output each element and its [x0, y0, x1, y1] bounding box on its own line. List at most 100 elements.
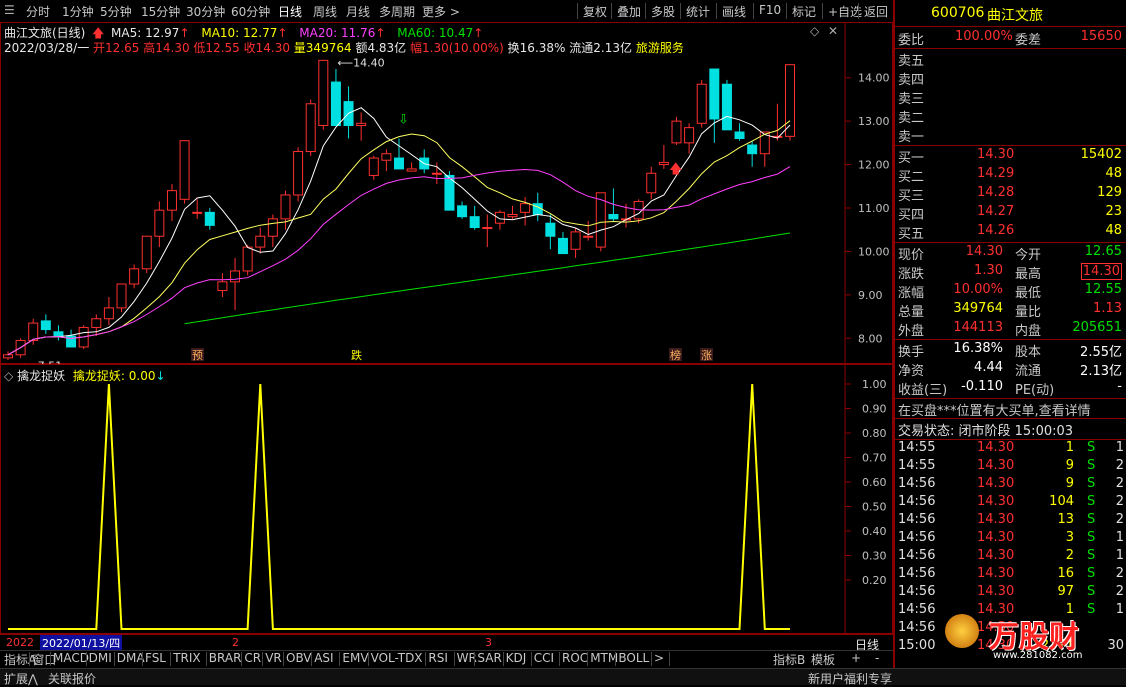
- event-marker[interactable]: 涨: [700, 348, 713, 362]
- candle: [217, 273, 228, 298]
- toolbar-button[interactable]: 多股: [651, 3, 675, 20]
- big-order-notice[interactable]: 在买盘***位置有大买单,查看详情: [898, 400, 1091, 419]
- sell-level-row[interactable]: 卖二: [895, 106, 1126, 126]
- candle: [192, 199, 203, 219]
- svg-text:榜: 榜: [670, 348, 681, 362]
- buy-level-row[interactable]: 买五 14.26 48: [895, 222, 1126, 242]
- period-tab[interactable]: 多周期: [379, 3, 415, 20]
- sell-level-row[interactable]: 卖五: [895, 49, 1126, 69]
- candle: [368, 155, 379, 180]
- period-tab[interactable]: 1分钟: [62, 3, 94, 20]
- indicator-tab[interactable]: OBV: [286, 651, 312, 667]
- indicator-tab[interactable]: RSI: [428, 651, 448, 667]
- candle: [583, 221, 594, 241]
- quote-stat-row: 涨跌 1.30 最高 14.30: [898, 263, 1122, 282]
- indicator-tab[interactable]: BOLL: [618, 651, 649, 667]
- indicator-line: [8, 383, 790, 630]
- toolbar-button[interactable]: 统计: [686, 3, 710, 20]
- indicator-tab[interactable]: TRIX: [173, 651, 200, 667]
- template-button[interactable]: +: [851, 651, 861, 667]
- fundamental-row: 收益(三) -0.110 PE(动) -: [898, 379, 1122, 398]
- event-marker[interactable]: 预: [191, 348, 204, 362]
- expand-button[interactable]: 扩展⋀: [4, 670, 38, 687]
- indicator-tab[interactable]: EMV: [342, 651, 368, 667]
- indicator-tab[interactable]: FSL: [145, 651, 166, 667]
- period-tab[interactable]: 5分钟: [100, 3, 132, 20]
- indicator-tab[interactable]: KDJ: [506, 651, 527, 667]
- candle: [91, 314, 102, 337]
- period-tab[interactable]: 30分钟: [186, 3, 225, 20]
- period-tab[interactable]: 日线: [278, 3, 302, 20]
- candle: [116, 283, 127, 313]
- indicator-tab[interactable]: CR: [244, 651, 261, 667]
- sell-level-row[interactable]: 卖三: [895, 87, 1126, 107]
- period-tab[interactable]: 周线: [313, 3, 337, 20]
- candle: [53, 325, 64, 341]
- buy-level-row[interactable]: 买一 14.30 15402: [895, 146, 1126, 166]
- indicator-tab[interactable]: DMA: [117, 651, 145, 667]
- sell-level-row[interactable]: 卖四: [895, 68, 1126, 88]
- indicator-tab[interactable]: >: [654, 651, 664, 667]
- indicator-tab[interactable]: VR: [265, 651, 282, 667]
- indicator-panel[interactable]: ◇ 擒龙捉妖 擒龙捉妖: 0.00↓ 1.00 0.90 0.80 0.70 0.60 0…: [0, 364, 893, 634]
- candle: [646, 166, 657, 200]
- new-user-benefit-link[interactable]: 新用户福利专享: [808, 670, 892, 687]
- indicator-tab[interactable]: CCI: [534, 651, 554, 667]
- sell-level-row[interactable]: 卖一: [895, 125, 1126, 145]
- period-tab[interactable]: 60分钟: [231, 3, 270, 20]
- candle: [444, 171, 455, 211]
- indicator-chart[interactable]: 1.00 0.90 0.80 0.70 0.60 0.50 0.40 0.30 0.20: [0, 364, 893, 634]
- event-marker[interactable]: 跌: [350, 348, 363, 362]
- indicator-tab[interactable]: DMI: [89, 651, 112, 667]
- menu-icon[interactable]: ☰: [4, 3, 15, 17]
- status-bar: 扩展⋀ 关联报价 新用户福利专享: [0, 668, 1126, 687]
- event-marker[interactable]: 榜: [669, 348, 682, 362]
- template-button[interactable]: 模板: [811, 651, 835, 667]
- indicator-tab[interactable]: MTM: [590, 651, 618, 667]
- indicator-tab[interactable]: BRAR: [209, 651, 242, 667]
- y-tick-label: 0.90: [862, 403, 887, 416]
- kline-panel[interactable]: 曲江文旅(日线) 🡅 MA5: 12.97↑ MA10: 12.77↑ MA20…: [0, 22, 893, 364]
- toolbar-button[interactable]: 返回: [864, 3, 888, 20]
- candle: [343, 86, 354, 139]
- y-tick-label: 0.60: [862, 476, 887, 489]
- period-tab[interactable]: 月线: [346, 3, 370, 20]
- y-tick-label: 8.00: [858, 332, 883, 345]
- candle: [356, 112, 367, 141]
- template-button[interactable]: -: [875, 651, 879, 667]
- toolbar-button[interactable]: 标记: [792, 3, 816, 20]
- x-axis-month-2: 2: [232, 636, 239, 649]
- trade-status: 交易状态: 闭市阶段 15:00:03: [898, 424, 1074, 439]
- x-axis-year: 2022: [6, 636, 34, 649]
- y-tick-label: 13.00: [858, 115, 890, 128]
- tick-row: 14:55 14.30 1 S 1: [898, 440, 1124, 455]
- toolbar-button[interactable]: 叠加: [617, 3, 641, 20]
- candle: [129, 264, 140, 289]
- indicator-tab[interactable]: SAR: [477, 651, 501, 667]
- divider: [611, 3, 612, 19]
- period-tab[interactable]: 分时: [26, 3, 50, 20]
- template-button[interactable]: 指标B: [773, 651, 805, 667]
- period-tab[interactable]: 15分钟: [141, 3, 180, 20]
- buy-level-row[interactable]: 买四 14.27 23: [895, 203, 1126, 223]
- quote-stat-row: 总量 349764 量比 1.13: [898, 301, 1122, 320]
- tick-row: 14:56 14.30 97 S 2: [898, 584, 1124, 599]
- indicator-tab[interactable]: ROC: [562, 651, 588, 667]
- related-quote-button[interactable]: 关联报价: [48, 670, 96, 687]
- toolbar-button[interactable]: 复权: [583, 3, 607, 20]
- candle: [696, 79, 707, 128]
- toolbar-button[interactable]: F10: [759, 3, 781, 17]
- indicator-tab[interactable]: VOL-TDX: [371, 651, 423, 667]
- period-tab[interactable]: 更多 >: [422, 3, 460, 20]
- toolbar-button[interactable]: 画线: [722, 3, 746, 20]
- up-signal-icon: 🡅: [669, 162, 682, 177]
- y-tick-label: 9.00: [858, 289, 883, 302]
- buy-level-row[interactable]: 买二 14.29 48: [895, 165, 1126, 185]
- buy-level-row[interactable]: 买三 14.28 129: [895, 184, 1126, 204]
- candlestick-chart[interactable]: 14.0013.0012.0011.0010.009.008.00⟵14.40⟵…: [0, 22, 893, 364]
- candle: [280, 190, 291, 230]
- ma20-line: [7, 166, 791, 356]
- indicator-tab[interactable]: MACD: [53, 651, 89, 667]
- toolbar-button[interactable]: +自选: [828, 3, 862, 20]
- indicator-tab[interactable]: ASI: [314, 651, 333, 667]
